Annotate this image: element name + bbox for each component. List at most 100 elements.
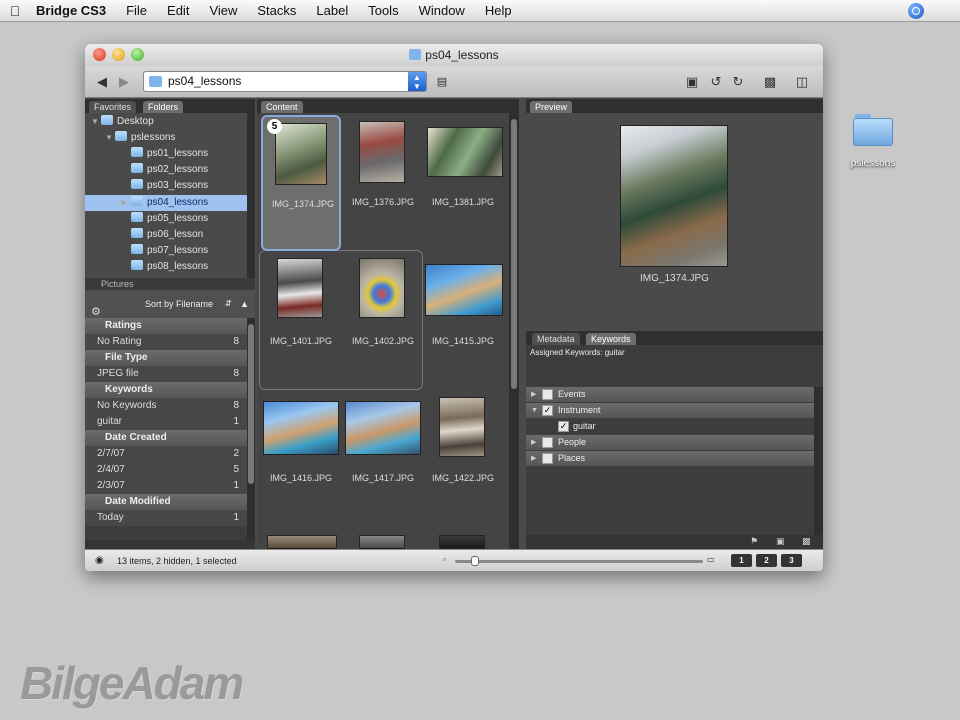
thumbnail-cell[interactable]: IMG_1417.JPG [343, 391, 423, 527]
zoom-window-button[interactable] [131, 48, 144, 61]
tree-item-desktop[interactable]: ▼ Desktop [91, 114, 154, 130]
path-dropdown[interactable]: ps04_lessons ▲ ▼ [143, 71, 427, 92]
filter-row[interactable]: 2/7/07 2 [85, 446, 247, 462]
tab-preview[interactable]: Preview [530, 101, 573, 113]
disclosure-icon[interactable]: ▶ [531, 435, 536, 450]
thumbnail-size-slider[interactable] [455, 560, 703, 563]
thumbnail-cell[interactable]: IMG_1376.JPG [343, 115, 423, 251]
keyword-checkbox[interactable]: ✓ [558, 421, 569, 432]
filter-heading[interactable]: Keywords [85, 382, 247, 398]
tree-item-ps07[interactable]: ps07_lessons [121, 243, 208, 259]
thumbnail-image[interactable] [345, 401, 421, 455]
desktop-folder[interactable]: pslessons [842, 112, 904, 169]
thumbnail-image[interactable] [425, 264, 503, 316]
tree-item-ps02[interactable]: ps02_lessons [121, 162, 208, 178]
keyword-checkbox[interactable]: ✓ [542, 405, 553, 416]
thumbnail-image[interactable] [267, 535, 337, 549]
menu-edit[interactable]: Edit [157, 3, 199, 18]
disclosure-icon[interactable]: ▶ [531, 387, 536, 402]
menu-tools[interactable]: Tools [358, 3, 408, 18]
thumbnail-image[interactable] [359, 121, 405, 183]
tree-item-pictures[interactable]: Pictures [85, 278, 255, 290]
thumbnail-image[interactable] [439, 397, 485, 457]
tree-item-ps06[interactable]: ps06_lesson [121, 227, 203, 243]
filter-row[interactable]: No Rating 8 [85, 334, 247, 350]
new-keyword-icon[interactable]: ⚑ [750, 536, 758, 547]
thumbnail-cell[interactable]: IMG_1422.JPG [423, 391, 503, 527]
thumbnail-image[interactable] [427, 127, 503, 177]
filter-heading[interactable]: File Type [85, 350, 247, 366]
tree-item-ps03[interactable]: ps03_lessons [121, 178, 208, 194]
tree-item-ps05[interactable]: ps05_lessons [121, 211, 208, 227]
filter-scrollbar[interactable] [247, 318, 255, 540]
disclosure-icon[interactable]: ▼ [105, 130, 115, 146]
new-sub-keyword-icon[interactable]: ▣ [776, 536, 785, 547]
tab-keywords[interactable]: Keywords [586, 333, 636, 345]
rotate-right-icon[interactable]: ↻ [729, 73, 747, 91]
back-button[interactable]: ◀ [93, 73, 111, 91]
filter-row[interactable]: guitar 1 [85, 414, 247, 430]
menu-view[interactable]: View [199, 3, 247, 18]
view-button-2[interactable]: 2 [756, 554, 777, 567]
disclosure-icon[interactable]: ▼ [91, 114, 101, 130]
tree-item-ps04[interactable]: ▶ ps04_lessons [85, 195, 247, 211]
tree-item-pslessons[interactable]: ▼ pslessons [105, 130, 175, 146]
menu-file[interactable]: File [116, 3, 157, 18]
filter-row[interactable]: No Keywords 8 [85, 398, 247, 414]
tree-item-ps08[interactable]: ps08_lessons [121, 259, 208, 275]
tab-metadata[interactable]: Metadata [532, 333, 580, 345]
trash-icon[interactable]: ▩ [761, 73, 779, 91]
stack-count-badge[interactable]: 5 [267, 119, 282, 134]
scroll-thumb[interactable] [248, 324, 254, 484]
filter-row[interactable]: 2/3/07 1 [85, 478, 247, 494]
close-window-button[interactable] [93, 48, 106, 61]
keyword-group-row[interactable]: ▶ People [526, 435, 814, 450]
thumbnail-cell[interactable]: 5 IMG_1374.JPG [261, 115, 341, 251]
thumbnail-image[interactable] [277, 258, 323, 318]
keyword-group-row[interactable]: ▼ ✓ Instrument [526, 403, 814, 418]
small-thumb-icon[interactable]: ▫ [443, 555, 446, 564]
slider-knob[interactable] [471, 556, 479, 566]
view-button-3[interactable]: 3 [781, 554, 802, 567]
disclosure-icon[interactable]: ▶ [531, 451, 536, 466]
sort-dropdown[interactable]: Sort by Filename [145, 290, 213, 318]
disclosure-icon[interactable]: ▼ [531, 403, 538, 418]
recent-folders-icon[interactable]: ▤ [433, 73, 451, 91]
tab-content[interactable]: Content [261, 101, 303, 113]
thumbnail-image[interactable] [263, 401, 339, 455]
large-thumb-icon[interactable]: ▭ [707, 555, 715, 564]
delete-keyword-icon[interactable]: ▩ [802, 536, 811, 547]
keyword-group-row[interactable]: ▶ Places [526, 451, 814, 466]
keyword-checkbox[interactable] [542, 437, 553, 448]
content-scrollbar[interactable] [509, 113, 519, 549]
thumbnail-image[interactable] [439, 535, 485, 549]
filter-heading[interactable]: Ratings [85, 318, 247, 334]
thumbnail-image[interactable] [359, 258, 405, 318]
filter-heading[interactable]: Date Created [85, 430, 247, 446]
thumbnail-image[interactable] [275, 123, 327, 185]
keyword-group-row[interactable]: ▶ Events [526, 387, 814, 402]
menu-label[interactable]: Label [306, 3, 358, 18]
menu-window[interactable]: Window [409, 3, 475, 18]
tab-favorites[interactable]: Favorites [89, 101, 137, 113]
keyword-checkbox[interactable] [542, 389, 553, 400]
preview-image[interactable] [620, 125, 728, 267]
filter-row[interactable]: Today 1 [85, 510, 247, 526]
minimize-window-button[interactable] [112, 48, 125, 61]
forward-button[interactable]: ▶ [115, 73, 133, 91]
thumbnail-cell[interactable]: IMG_1381.JPG [423, 115, 503, 251]
tab-folders[interactable]: Folders [143, 101, 184, 113]
menu-stacks[interactable]: Stacks [247, 3, 306, 18]
menu-app-name[interactable]: Bridge CS3 [30, 3, 116, 18]
filter-row[interactable]: 2/4/07 5 [85, 462, 247, 478]
thumbnail-cell[interactable]: IMG_1402.JPG [343, 254, 423, 390]
tree-scrollbar[interactable] [247, 113, 255, 278]
apple-menu-icon[interactable]:  [0, 3, 30, 19]
scroll-thumb[interactable] [511, 119, 517, 389]
eye-icon[interactable]: ◉ [95, 555, 104, 566]
compact-mode-icon[interactable]: ◫ [793, 73, 811, 91]
keyword-checkbox[interactable] [542, 453, 553, 464]
thumbnail-cell[interactable]: IMG_1401.JPG [261, 254, 341, 390]
spotlight-icon[interactable] [908, 3, 924, 19]
view-button-1[interactable]: 1 [731, 554, 752, 567]
